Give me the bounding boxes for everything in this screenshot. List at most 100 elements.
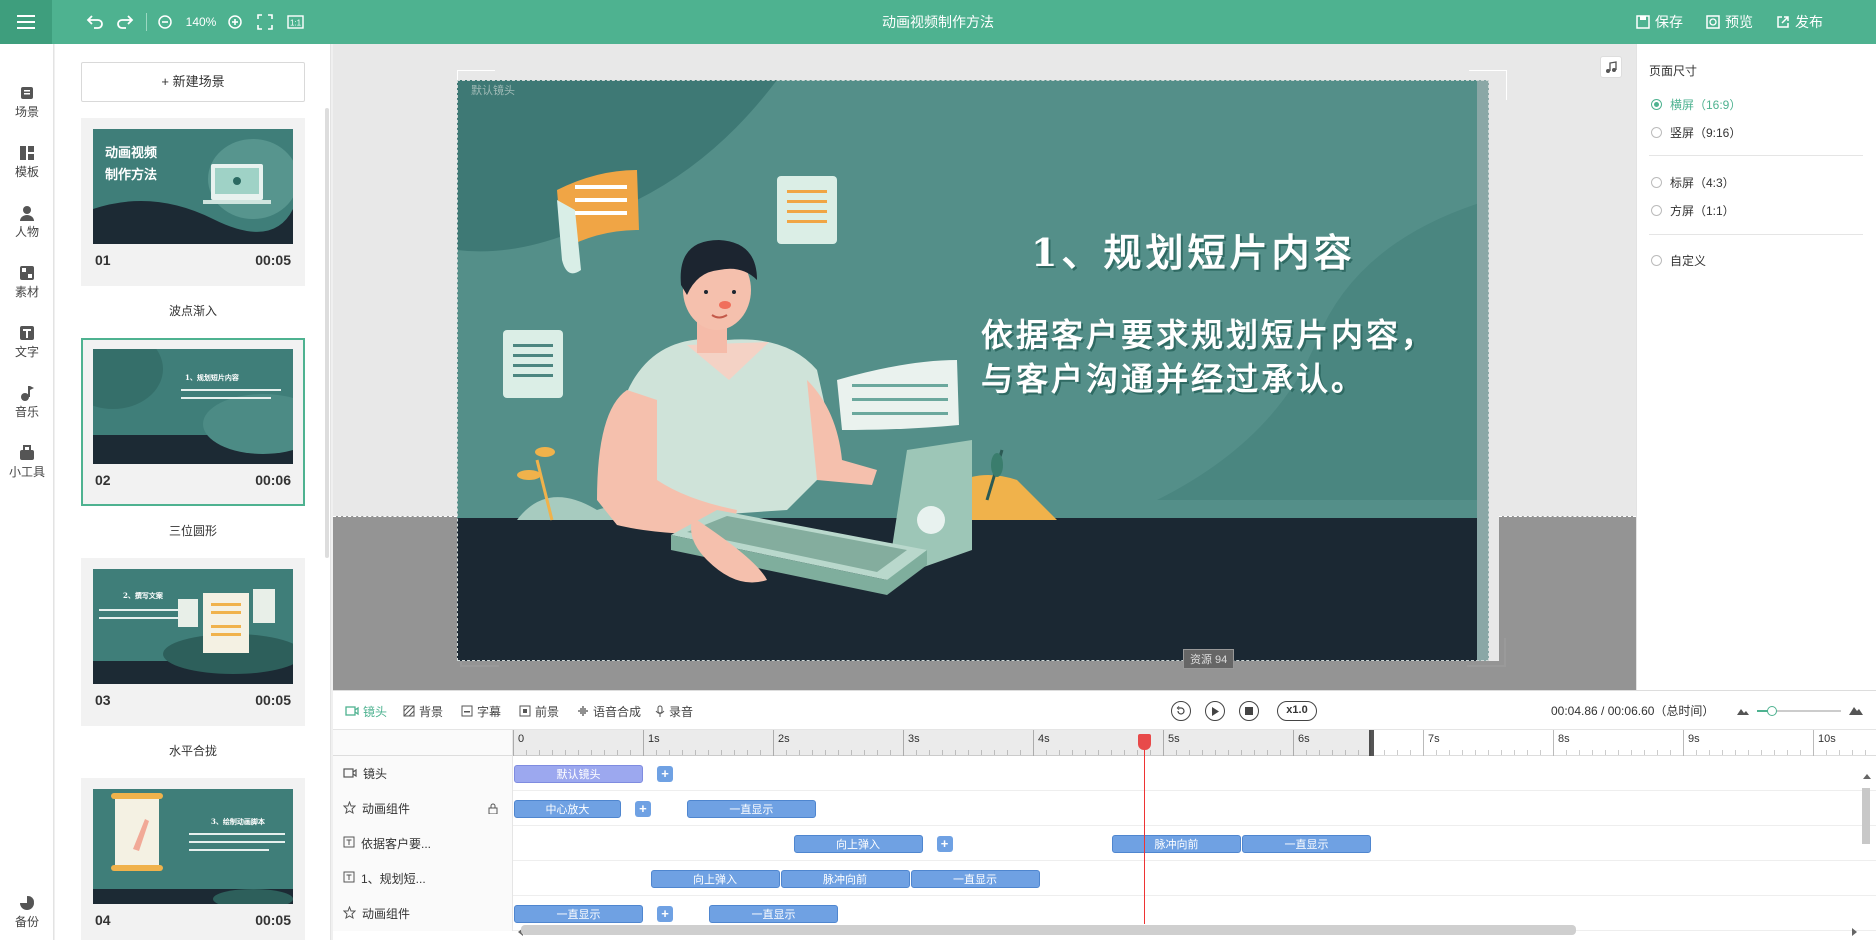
animation-clip[interactable]: 向上弹入 <box>793 835 923 853</box>
option-portrait[interactable]: 竖屏（9:16） <box>1651 124 1741 141</box>
playhead-handle[interactable] <box>1138 734 1151 750</box>
playhead-line[interactable] <box>1144 736 1145 924</box>
scene-transition-label[interactable]: 水平合拢 <box>55 742 330 759</box>
tts-icon <box>578 706 588 716</box>
zoom-in-icon[interactable] <box>226 0 244 44</box>
save-icon <box>1636 15 1650 29</box>
track-label[interactable]: 动画组件 <box>333 896 513 931</box>
tab-camera[interactable]: 镜头 <box>345 691 387 731</box>
preview-button[interactable]: 预览 <box>1706 0 1753 44</box>
save-button[interactable]: 保存 <box>1636 0 1683 44</box>
animation-clip[interactable]: 一直显示 <box>686 800 816 818</box>
play-button[interactable] <box>1205 701 1225 721</box>
scene-canvas[interactable]: 默认镜头 1、规划短片内容 依据客户要求规划短片内容， 与客户沟通并经过承认。 <box>457 80 1489 661</box>
option-label: 横屏（16:9） <box>1670 98 1742 112</box>
fullscreen-icon[interactable] <box>255 0 275 44</box>
zoom-slider[interactable] <box>1757 706 1841 716</box>
nav-music[interactable]: 音乐 <box>0 374 54 430</box>
replay-button[interactable] <box>1171 701 1191 721</box>
tab-subtitle[interactable]: 字幕 <box>461 691 501 731</box>
slide-body-line-2[interactable]: 与客户沟通并经过承认。 <box>981 354 1366 400</box>
scene-scrollbar[interactable] <box>325 108 329 558</box>
zoom-out-icon[interactable] <box>156 0 174 44</box>
tab-background[interactable]: 背景 <box>403 691 443 731</box>
animation-clip[interactable]: 默认镜头 <box>514 765 643 783</box>
add-animation-button[interactable]: + <box>634 801 651 817</box>
animation-clip[interactable]: 脉冲向前 <box>1112 835 1241 853</box>
animation-clip[interactable]: 脉冲向前 <box>780 870 910 888</box>
nav-backup[interactable]: 备份 <box>0 884 54 940</box>
nav-label: 素材 <box>14 284 39 299</box>
actual-size-icon[interactable]: 1:1 <box>285 0 305 44</box>
scene-number: 01 <box>95 252 111 268</box>
track-label[interactable]: 依据客户要... <box>333 826 513 861</box>
animation-clip[interactable]: 一直显示 <box>709 905 838 923</box>
slide-heading[interactable]: 1、规划短片内容 <box>1031 222 1355 277</box>
camera-icon <box>345 706 359 716</box>
track-name: 动画组件 <box>362 907 411 921</box>
new-scene-button[interactable]: + 新建场景 <box>81 62 305 102</box>
scene-card-01[interactable]: 动画视频 制作方法 01 00:05 <box>81 118 305 286</box>
scene-card-03[interactable]: 2、撰写文案 03 00:05 <box>81 558 305 726</box>
publish-label: 发布 <box>1795 14 1823 30</box>
preview-label: 预览 <box>1725 14 1753 30</box>
camera-label: 默认镜头 <box>471 85 515 97</box>
lock-icon[interactable] <box>488 803 498 817</box>
option-landscape[interactable]: 横屏（16:9） <box>1651 96 1741 113</box>
background-music-button[interactable] <box>1600 56 1622 78</box>
document-title: 动画视频制作方法 <box>882 14 994 30</box>
add-animation-button[interactable]: + <box>657 906 673 922</box>
scene-card-02[interactable]: 1、规划短片内容 02 00:06 <box>81 338 305 506</box>
undo-icon[interactable] <box>84 0 106 44</box>
speed-button[interactable]: x1.0 <box>1277 701 1317 721</box>
tab-label: 镜头 <box>363 704 388 719</box>
option-square[interactable]: 方屏（1:1） <box>1651 202 1735 219</box>
nav-person[interactable]: 人物 <box>0 194 54 250</box>
redo-icon[interactable] <box>114 0 136 44</box>
asset-tag[interactable]: 资源 94 <box>1183 649 1235 669</box>
animation-clip[interactable]: 向上弹入 <box>650 870 780 888</box>
zoom-out-mountain-icon[interactable] <box>1737 705 1749 715</box>
zoom-in-mountain-icon[interactable] <box>1849 703 1863 715</box>
time-readout: 00:04.86 / 00:06.60（总时间） <box>1551 704 1715 718</box>
add-animation-button[interactable]: + <box>657 766 673 782</box>
menu-icon[interactable] <box>0 0 52 44</box>
stop-button[interactable] <box>1239 701 1259 721</box>
timeline-vertical-scrollbar[interactable] <box>1861 774 1871 914</box>
scene-transition-label[interactable]: 波点渐入 <box>55 302 330 319</box>
play-icon <box>1212 706 1219 716</box>
scroll-right-icon[interactable] <box>1852 928 1857 936</box>
nav-label: 备份 <box>14 914 39 929</box>
publish-button[interactable]: 发布 <box>1776 0 1823 44</box>
add-animation-button[interactable]: + <box>936 836 953 852</box>
stop-icon <box>1245 707 1253 715</box>
music-note-icon <box>1606 61 1617 73</box>
track-label[interactable]: 1、规划短... <box>333 861 513 896</box>
scene-transition-label[interactable]: 三位圆形 <box>55 522 330 539</box>
animation-clip[interactable]: 一直显示 <box>514 905 643 923</box>
nav-material[interactable]: 素材 <box>0 254 54 310</box>
tab-record[interactable]: 录音 <box>655 691 693 731</box>
nav-scene[interactable]: 场景 <box>0 74 54 130</box>
option-standard[interactable]: 标屏（4:3） <box>1651 174 1735 191</box>
scene-panel: + 新建场景 动画视频 制作方法 01 00:05 波点渐入 1、规划短片内容 … <box>55 44 331 940</box>
nav-tools[interactable]: 小工具 <box>0 434 54 490</box>
tab-foreground[interactable]: 前景 <box>519 691 559 731</box>
top-bar: 140% 1:1 动画视频制作方法 保存 预览 发布 <box>0 0 1876 44</box>
option-custom[interactable]: 自定义 <box>1651 252 1706 269</box>
slide-body-line-1[interactable]: 依据客户要求规划短片内容， <box>981 310 1436 356</box>
track-label[interactable]: 动画组件 <box>333 791 513 826</box>
animation-clip[interactable]: 一直显示 <box>1242 835 1371 853</box>
timeline-horizontal-scrollbar[interactable] <box>521 925 1576 935</box>
tab-tts[interactable]: 语音合成 <box>577 691 641 731</box>
animation-clip[interactable]: 中心放大 <box>514 800 621 818</box>
scene-thumbnail: 动画视频 制作方法 <box>93 129 293 244</box>
animation-clip[interactable]: 一直显示 <box>910 870 1040 888</box>
tab-label: 前景 <box>535 704 560 719</box>
track-label[interactable]: 镜头 <box>333 756 513 791</box>
nav-text[interactable]: 文字 <box>0 314 54 370</box>
scene-card-04[interactable]: 3、绘制动画脚本 04 00:05 <box>81 778 305 940</box>
nav-template[interactable]: 模板 <box>0 134 54 190</box>
nav-label: 模板 <box>14 164 39 179</box>
template-icon <box>20 145 34 160</box>
